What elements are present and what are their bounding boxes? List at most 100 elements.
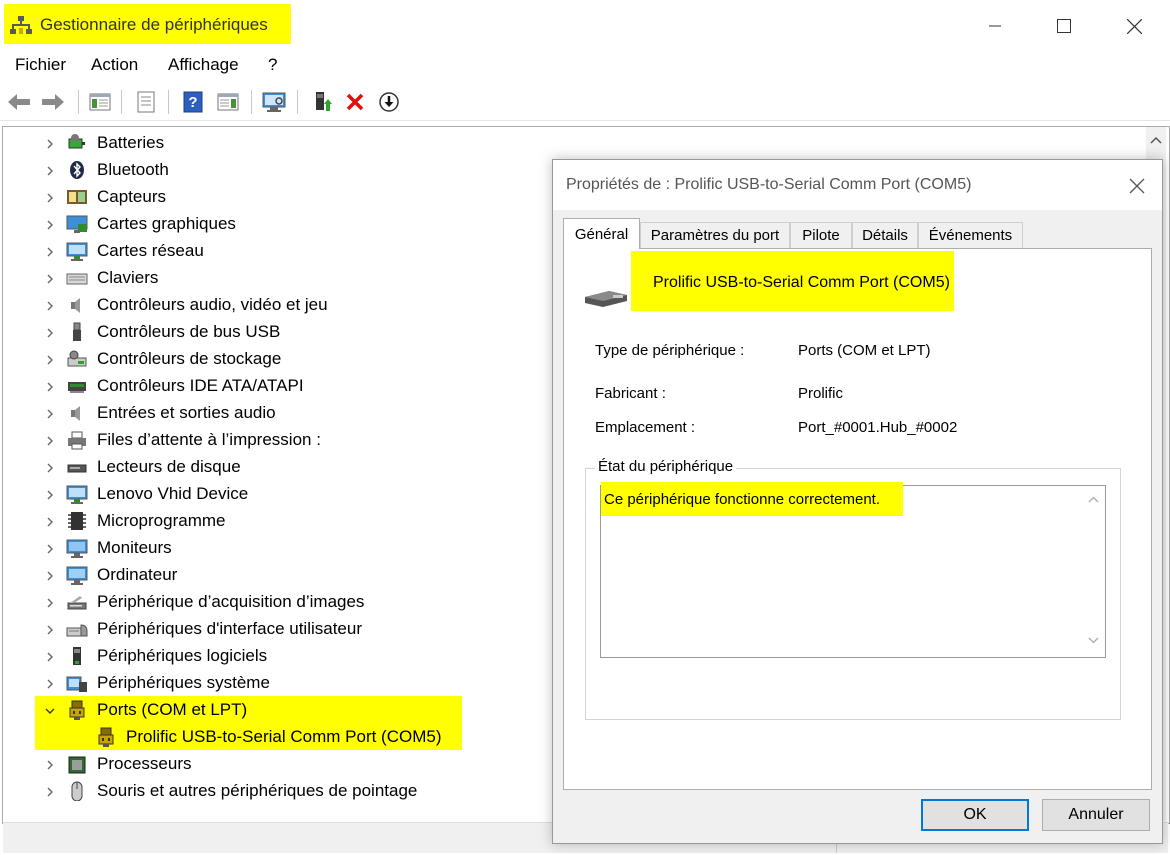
chevron-right-icon[interactable] bbox=[43, 218, 57, 232]
tree-item-controleurs-de-bus-usb[interactable]: Contrôleurs de bus USB bbox=[3, 319, 543, 346]
tree-item-peripheriques-logiciels[interactable]: Périphériques logiciels bbox=[3, 643, 543, 670]
toolbar-separator bbox=[121, 90, 122, 114]
tree-item-microprogramme[interactable]: Microprogramme bbox=[3, 508, 543, 535]
chevron-right-icon[interactable] bbox=[43, 434, 57, 448]
forward-button[interactable] bbox=[40, 89, 66, 115]
chevron-right-icon[interactable] bbox=[43, 758, 57, 772]
chevron-right-icon[interactable] bbox=[43, 380, 57, 394]
tree-item-ordinateur[interactable]: Ordinateur bbox=[3, 562, 543, 589]
tree-item-souris-et-autres-peripheriques-de-pointage[interactable]: Souris et autres périphériques de pointa… bbox=[3, 778, 543, 805]
chevron-right-icon[interactable] bbox=[43, 677, 57, 691]
chevron-right-icon[interactable] bbox=[43, 137, 57, 151]
menu-fichier[interactable]: Fichier bbox=[15, 55, 66, 75]
tree-item-label: Périphériques système bbox=[97, 673, 270, 692]
tree-item-label: Périphériques d'interface utilisateur bbox=[97, 619, 363, 638]
mouse-icon bbox=[71, 781, 83, 801]
status-scrollbar[interactable] bbox=[1084, 486, 1103, 655]
tree-item-controleurs-de-stockage[interactable]: Contrôleurs de stockage bbox=[3, 346, 543, 373]
menu-action[interactable]: Action bbox=[91, 55, 138, 75]
chevron-right-icon[interactable] bbox=[43, 596, 57, 610]
tree-item-controleurs-ide-ata-atapi[interactable]: Contrôleurs IDE ATA/ATAPI bbox=[3, 373, 543, 400]
battery-icon bbox=[68, 134, 85, 149]
action-pane-button[interactable] bbox=[215, 89, 241, 115]
tree-item-label: Lecteurs de disque bbox=[97, 457, 241, 476]
tree-item-label: Cartes graphiques bbox=[97, 214, 236, 233]
ide-controller-icon bbox=[68, 382, 86, 393]
tree-item-batteries[interactable]: Batteries bbox=[3, 130, 543, 157]
tree-item-peripheriques-d-interface-utilisateur[interactable]: Périphériques d'interface utilisateur bbox=[3, 616, 543, 643]
menu-affichage[interactable]: Affichage bbox=[168, 55, 239, 75]
dialog-close-button[interactable] bbox=[1123, 172, 1151, 200]
tree-item-peripheriques-systeme[interactable]: Périphériques système bbox=[3, 670, 543, 697]
help-button[interactable]: ? bbox=[180, 89, 206, 115]
cancel-button[interactable]: Annuler bbox=[1042, 799, 1150, 831]
menu-help[interactable]: ? bbox=[268, 55, 277, 75]
chevron-right-icon[interactable] bbox=[43, 191, 57, 205]
tree-item-ports-com-et-lpt[interactable]: Ports (COM et LPT) bbox=[3, 697, 543, 724]
tree-item-lenovo-vhid-device[interactable]: Lenovo Vhid Device bbox=[3, 481, 543, 508]
chevron-right-icon[interactable] bbox=[43, 326, 57, 340]
chevron-right-icon[interactable] bbox=[43, 353, 57, 367]
scroll-up-icon[interactable] bbox=[1146, 130, 1166, 150]
maximize-icon bbox=[1057, 19, 1071, 33]
chevron-right-icon[interactable] bbox=[43, 650, 57, 664]
chevron-right-icon[interactable] bbox=[43, 488, 57, 502]
chevron-right-icon[interactable] bbox=[43, 623, 57, 637]
tab-events[interactable]: Événements bbox=[918, 222, 1023, 248]
tree-item-cartes-reseau[interactable]: Cartes réseau bbox=[3, 238, 543, 265]
tree-item-entrees-et-sorties-audio[interactable]: Entrées et sorties audio bbox=[3, 400, 543, 427]
tree-item-label: Ports (COM et LPT) bbox=[97, 700, 248, 719]
chevron-right-icon[interactable] bbox=[43, 299, 57, 313]
chevron-right-icon[interactable] bbox=[43, 542, 57, 556]
tree-item-processeurs[interactable]: Processeurs bbox=[3, 751, 543, 778]
update-driver-button[interactable] bbox=[310, 89, 336, 115]
tab-driver[interactable]: Pilote bbox=[790, 222, 852, 248]
minimize-button[interactable] bbox=[972, 10, 1018, 42]
scan-hardware-button[interactable] bbox=[261, 89, 287, 115]
chevron-right-icon[interactable] bbox=[43, 272, 57, 286]
uninstall-device-button[interactable] bbox=[342, 89, 368, 115]
tab-details[interactable]: Détails bbox=[852, 222, 918, 248]
tree-item-moniteurs[interactable]: Moniteurs bbox=[3, 535, 543, 562]
tree-item-lecteurs-de-disque[interactable]: Lecteurs de disque bbox=[3, 454, 543, 481]
chevron-right-icon[interactable] bbox=[43, 785, 57, 799]
help-icon: ? bbox=[183, 91, 203, 113]
tree-item-capteurs[interactable]: Capteurs bbox=[3, 184, 543, 211]
tree-item-bluetooth[interactable]: Bluetooth bbox=[3, 157, 543, 184]
chevron-right-icon[interactable] bbox=[43, 461, 57, 475]
firmware-chip-icon bbox=[68, 512, 86, 530]
chevron-right-icon[interactable] bbox=[43, 164, 57, 178]
tree-item-files-d-attente-a-l-impression[interactable]: Files d’attente à l’impression : bbox=[3, 427, 543, 454]
chevron-right-icon[interactable] bbox=[43, 245, 57, 259]
tree-item-label: Microprogramme bbox=[97, 511, 226, 530]
properties-button[interactable] bbox=[133, 89, 159, 115]
scroll-up-icon[interactable] bbox=[1084, 492, 1103, 508]
disable-device-button[interactable] bbox=[376, 89, 402, 115]
tree-item-prolific-usb-to-serial-comm-port-com5[interactable]: Prolific USB-to-Serial Comm Port (COM5) bbox=[32, 724, 572, 751]
port-icon bbox=[98, 727, 114, 747]
ok-button[interactable]: OK bbox=[921, 799, 1029, 831]
back-button[interactable] bbox=[6, 89, 32, 115]
chevron-right-icon[interactable] bbox=[43, 407, 57, 421]
chevron-right-icon[interactable] bbox=[43, 569, 57, 583]
console-tree-button[interactable] bbox=[87, 89, 113, 115]
maximize-button[interactable] bbox=[1041, 10, 1087, 42]
chevron-right-icon[interactable] bbox=[43, 515, 57, 529]
device-name: Prolific USB-to-Serial Comm Port (COM5) bbox=[653, 274, 950, 291]
close-button[interactable] bbox=[1111, 10, 1157, 42]
tree-item-cartes-graphiques[interactable]: Cartes graphiques bbox=[3, 211, 543, 238]
minimize-icon bbox=[989, 25, 1001, 27]
tree-item-claviers[interactable]: Claviers bbox=[3, 265, 543, 292]
chevron-down-icon[interactable] bbox=[43, 704, 57, 718]
tab-general[interactable]: Général bbox=[563, 218, 640, 249]
uninstall-device-icon bbox=[346, 93, 364, 111]
scroll-down-icon[interactable] bbox=[1084, 632, 1103, 648]
close-icon bbox=[1126, 18, 1142, 34]
speaker-icon bbox=[71, 406, 80, 421]
tab-port-settings[interactable]: Paramètres du port bbox=[640, 222, 790, 248]
tree-item-controleurs-audio-video-et-jeu[interactable]: Contrôleurs audio, vidéo et jeu bbox=[3, 292, 543, 319]
tree-item-peripherique-d-acquisition-d-images[interactable]: Périphérique d’acquisition d’images bbox=[3, 589, 543, 616]
keyboard-icon bbox=[66, 273, 88, 285]
tree-item-label: Lenovo Vhid Device bbox=[97, 484, 249, 503]
tree-item-label: Périphériques logiciels bbox=[97, 646, 268, 665]
